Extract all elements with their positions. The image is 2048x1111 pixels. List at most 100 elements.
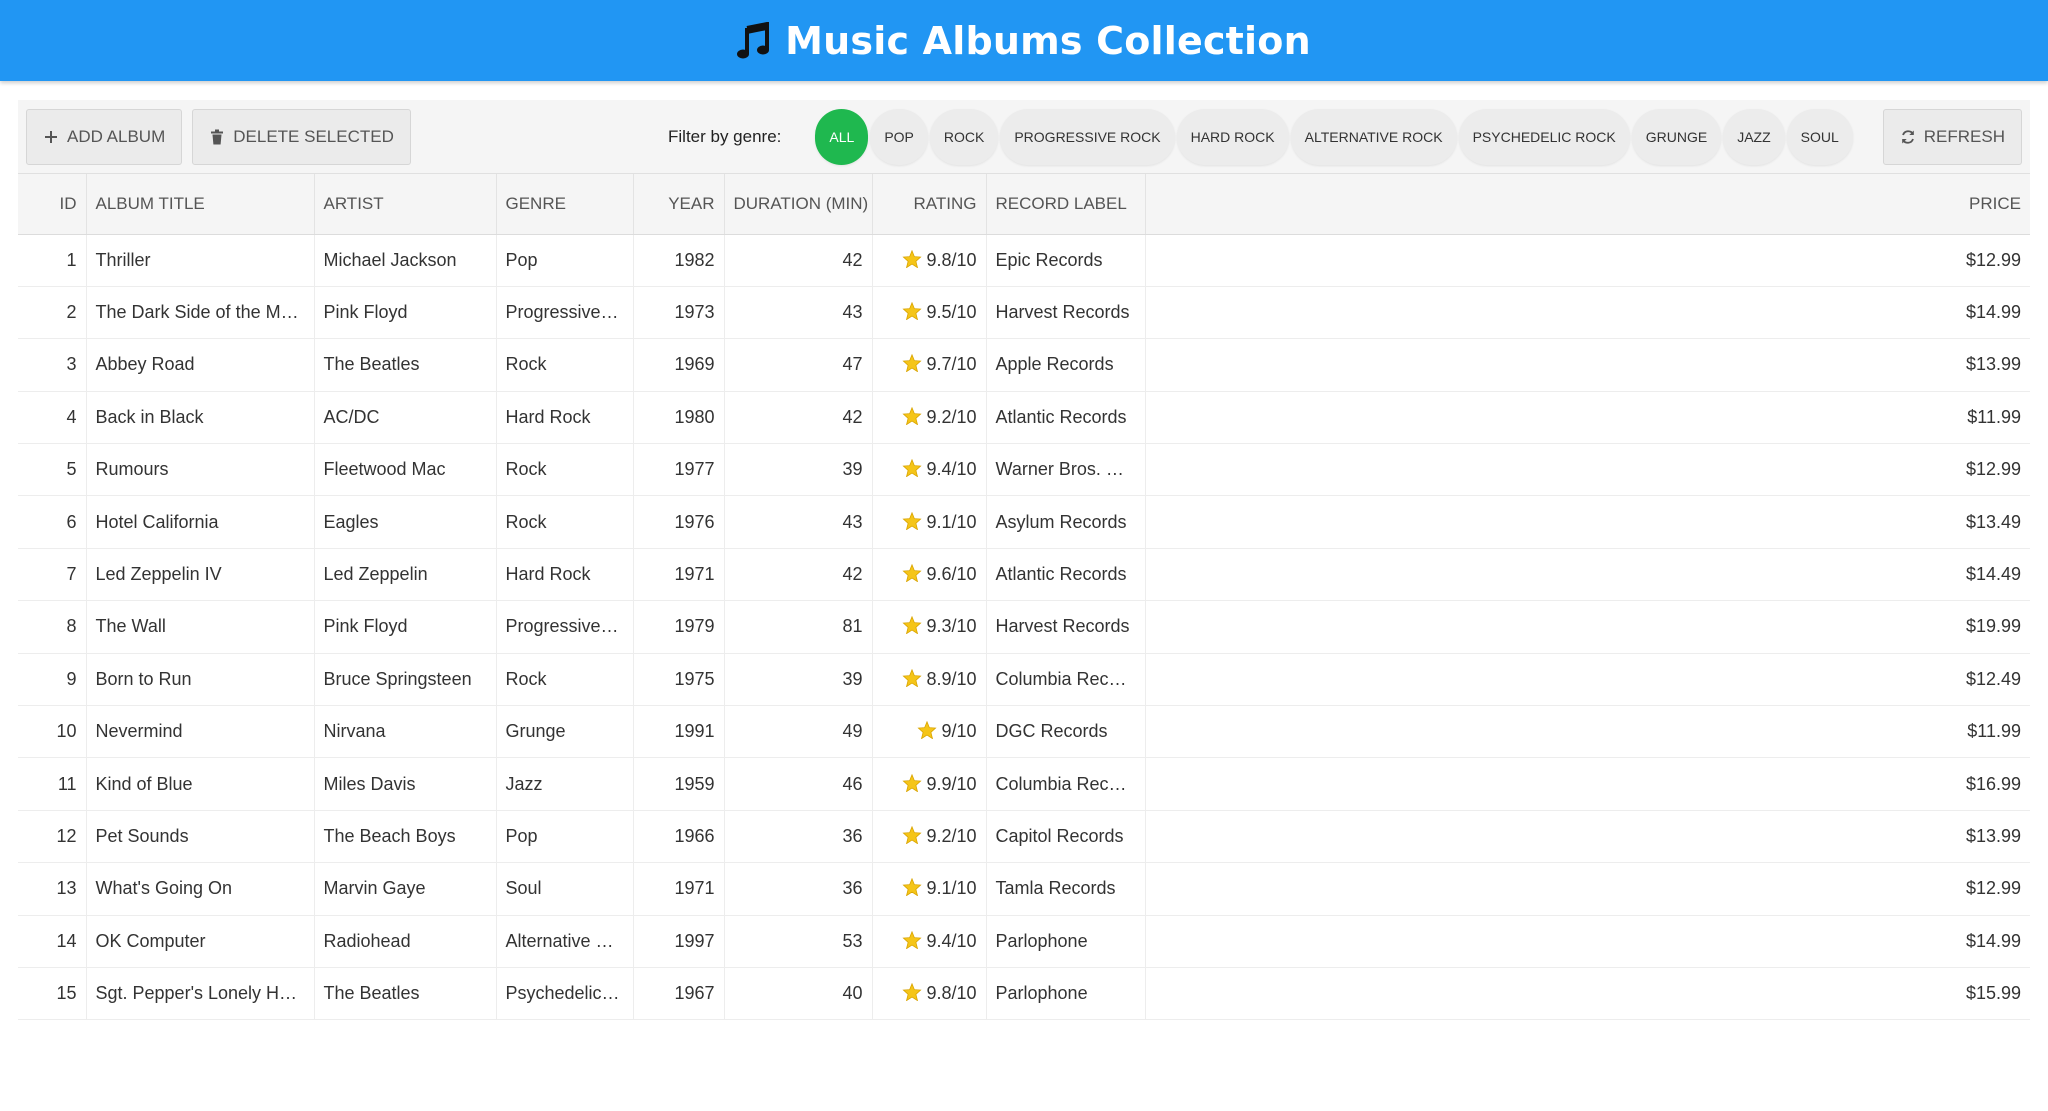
rating-value: 9.7/10 bbox=[926, 354, 977, 375]
genre-chip-progressive-rock[interactable]: Progressive Rock bbox=[1000, 108, 1175, 165]
table-cell-artist: Bruce Springsteen bbox=[314, 653, 497, 707]
star-icon bbox=[902, 459, 923, 478]
table-cell-rating: 9.4/10 bbox=[872, 443, 987, 497]
table-cell-genre: Alternative Rock bbox=[496, 915, 634, 968]
table-cell-genre: Pop bbox=[496, 234, 634, 287]
table-cell-artist: The Beatles bbox=[314, 967, 497, 1021]
table-cell-duration-min: 43 bbox=[724, 286, 873, 340]
delete-selected-button[interactable]: Delete Selected bbox=[192, 108, 411, 165]
table-cell-year: 1973 bbox=[633, 286, 725, 340]
table-cell-rating: 9.5/10 bbox=[872, 286, 987, 340]
table-cell-price: $12.49 bbox=[1145, 653, 2030, 707]
rating-value: 9.6/10 bbox=[926, 564, 977, 585]
table-cell-album-title: Sgt. Pepper's Lonely Hearts Club Band bbox=[86, 967, 315, 1021]
table-cell-price: $12.99 bbox=[1145, 234, 2030, 287]
table-cell-price: $12.99 bbox=[1145, 862, 2030, 916]
table-cell-year: 1959 bbox=[633, 757, 725, 811]
table-cell-record-label: Harvest Records bbox=[986, 600, 1146, 654]
star-icon bbox=[902, 564, 923, 583]
table-cell-duration-min: 42 bbox=[724, 548, 873, 602]
table-cell-record-label: Harvest Records bbox=[986, 286, 1146, 340]
table-row[interactable]: 6 Hotel California Eagles Rock 1976 43 9.1/10 A… bbox=[18, 495, 2030, 549]
column-header-genre[interactable]: Genre bbox=[496, 174, 634, 235]
column-header-id[interactable]: ID bbox=[18, 174, 87, 235]
table-row[interactable]: 10 Nevermind Nirvana Grunge 1991 49 9/10 DGC Re… bbox=[18, 705, 2030, 759]
table-row[interactable]: 9 Born to Run Bruce Springsteen Rock 1975 39 8… bbox=[18, 653, 2030, 707]
rating-value: 9.8/10 bbox=[926, 983, 977, 1004]
column-header-artist[interactable]: Artist bbox=[314, 174, 497, 235]
column-header-price[interactable]: Price bbox=[1145, 174, 2030, 235]
table-cell-duration-min: 40 bbox=[724, 967, 873, 1021]
column-header-duration-min[interactable]: Duration (min) bbox=[724, 174, 873, 235]
table-cell-album-title: What's Going On bbox=[86, 862, 315, 916]
table-cell-year: 1969 bbox=[633, 338, 725, 392]
table-cell-rating: 9.9/10 bbox=[872, 757, 987, 811]
table-row[interactable]: 11 Kind of Blue Miles Davis Jazz 1959 46 9.9/1… bbox=[18, 757, 2030, 811]
table-row[interactable]: 12 Pet Sounds The Beach Boys Pop 1966 36 9.2/1… bbox=[18, 810, 2030, 864]
table-cell-rating: 9.1/10 bbox=[872, 495, 987, 549]
table-cell-artist: The Beach Boys bbox=[314, 810, 497, 864]
rating-value: 9.1/10 bbox=[926, 511, 977, 532]
table-cell-year: 1975 bbox=[633, 653, 725, 707]
table-cell-rating: 8.9/10 bbox=[872, 653, 987, 707]
table-cell-id: 11 bbox=[18, 757, 87, 811]
add-album-button[interactable]: Add Album bbox=[26, 108, 183, 165]
table-cell-year: 1979 bbox=[633, 600, 725, 654]
genre-chip-jazz[interactable]: Jazz bbox=[1723, 108, 1785, 165]
genre-chip-psychedelic-rock[interactable]: Psychedelic Rock bbox=[1458, 108, 1630, 165]
refresh-icon bbox=[1901, 129, 1914, 144]
table-cell-id: 15 bbox=[18, 967, 87, 1021]
table-cell-album-title: Pet Sounds bbox=[86, 810, 315, 864]
table-cell-price: $13.99 bbox=[1145, 810, 2030, 864]
table-cell-album-title: The Dark Side of the Moon bbox=[86, 286, 315, 340]
table-row[interactable]: 8 The Wall Pink Floyd Progressive Rock 1979 8… bbox=[18, 600, 2030, 654]
table-cell-year: 1971 bbox=[633, 548, 725, 602]
table-row[interactable]: 4 Back in Black AC/DC Hard Rock 1980 42 9.2/10… bbox=[18, 391, 2030, 445]
plus-icon bbox=[45, 130, 57, 143]
table-cell-rating: 9.1/10 bbox=[872, 862, 987, 916]
genre-filter-chips: All Pop Rock Progressive Rock Hard Rock Alter… bbox=[815, 108, 1853, 165]
table-cell-duration-min: 42 bbox=[724, 234, 873, 287]
genre-chip-all[interactable]: All bbox=[815, 108, 869, 165]
genre-chip-pop[interactable]: Pop bbox=[870, 108, 928, 165]
table-cell-id: 5 bbox=[18, 443, 87, 497]
column-header-rating[interactable]: Rating bbox=[872, 174, 987, 235]
table-cell-artist: Miles Davis bbox=[314, 757, 497, 811]
table-row[interactable]: 15Sgt. Pepper's Lonely Hearts Club BandT… bbox=[18, 967, 2030, 1021]
table-cell-artist: AC/DC bbox=[314, 391, 497, 445]
table-cell-rating: 9.3/10 bbox=[872, 600, 987, 654]
table-row[interactable]: 14 OK Computer Radiohead Alternative Rock 19… bbox=[18, 915, 2030, 968]
table-cell-year: 1977 bbox=[633, 443, 725, 497]
column-header-year[interactable]: Year bbox=[633, 174, 725, 235]
table-row[interactable]: 3 Abbey Road The Beatles Rock 1969 47 9.7/10 Ap… bbox=[18, 338, 2030, 392]
genre-chip-alternative-rock[interactable]: Alternative Rock bbox=[1290, 108, 1457, 165]
table-cell-record-label: Atlantic Records bbox=[986, 548, 1146, 602]
table-cell-record-label: DGC Records bbox=[986, 705, 1146, 759]
genre-chip-hard-rock[interactable]: Hard Rock bbox=[1176, 108, 1289, 165]
table-cell-rating: 9/10 bbox=[872, 705, 987, 759]
table-cell-album-title: OK Computer bbox=[86, 915, 315, 968]
table-cell-album-title: The Wall bbox=[86, 600, 315, 654]
rating-value: 9.8/10 bbox=[926, 249, 977, 270]
column-header-record-label[interactable]: Record Label bbox=[986, 174, 1146, 235]
column-header-album-title[interactable]: Album Title bbox=[86, 174, 315, 235]
table-row[interactable]: 5 Rumours Fleetwood Mac Rock 1977 39 9.4/10 War… bbox=[18, 443, 2030, 497]
genre-chip-grunge[interactable]: Grunge bbox=[1631, 108, 1722, 165]
table-cell-year: 1982 bbox=[633, 234, 725, 287]
table-row[interactable]: 2 The Dark Side of the Moon Pink Floyd Prog… bbox=[18, 286, 2030, 340]
table-row[interactable]: 1 Thriller Michael Jackson Pop 1982 42 9.8/10 E… bbox=[18, 234, 2030, 287]
table-cell-album-title: Hotel California bbox=[86, 495, 315, 549]
genre-chip-soul[interactable]: Soul bbox=[1786, 108, 1853, 165]
table-cell-price: $11.99 bbox=[1145, 391, 2030, 445]
genre-chip-rock[interactable]: Rock bbox=[929, 108, 999, 165]
table-cell-rating: 9.8/10 bbox=[872, 234, 987, 287]
refresh-button[interactable]: Refresh bbox=[1882, 108, 2022, 165]
table-cell-id: 3 bbox=[18, 338, 87, 392]
table-row[interactable]: 7 Led Zeppelin IV Led Zeppelin Hard Rock 197… bbox=[18, 548, 2030, 602]
rating-value: 9.3/10 bbox=[926, 616, 977, 637]
table-cell-album-title: Born to Run bbox=[86, 653, 315, 707]
table-cell-price: $14.99 bbox=[1145, 286, 2030, 340]
table-cell-rating: 9.6/10 bbox=[872, 548, 987, 602]
rating-value: 9/10 bbox=[941, 721, 977, 742]
table-row[interactable]: 13 What's Going On Marvin Gaye Soul 1971 36 9.… bbox=[18, 862, 2030, 916]
